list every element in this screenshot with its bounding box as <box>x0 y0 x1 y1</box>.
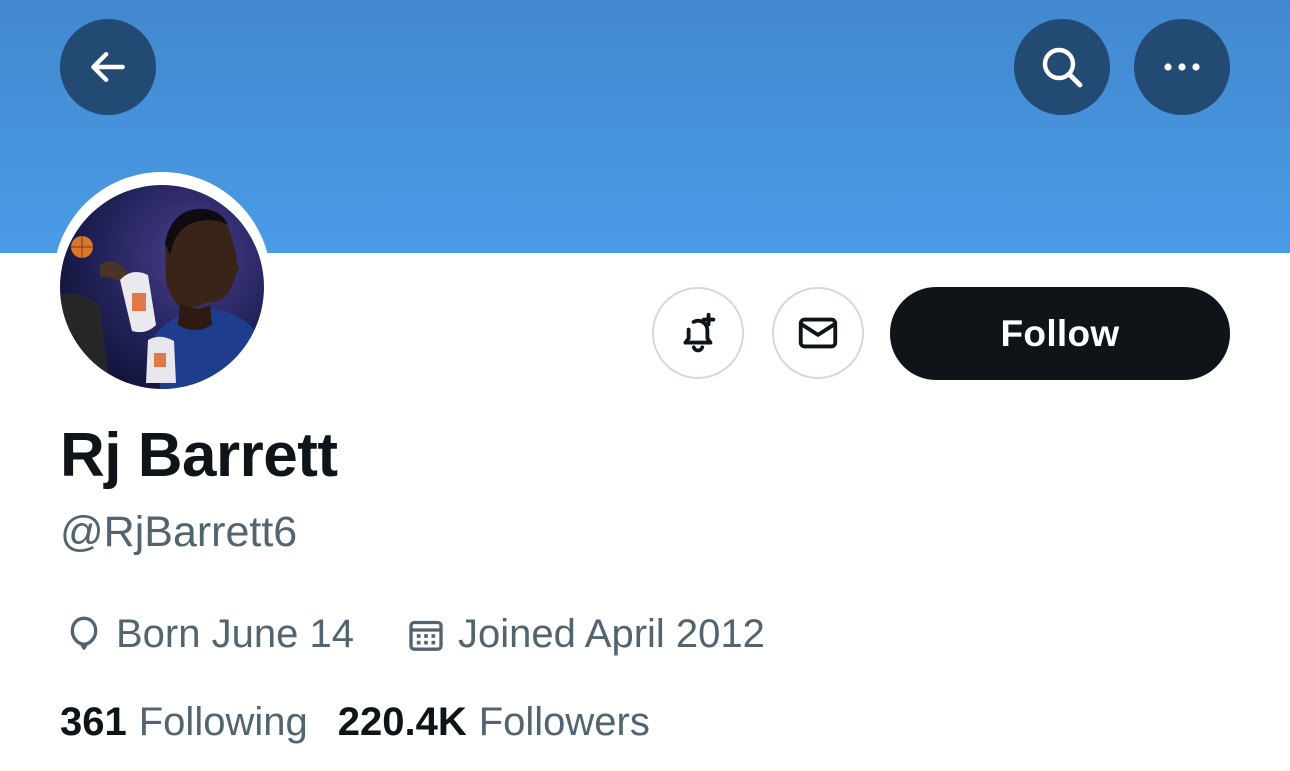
profile-handle: @RjBarrett6 <box>60 508 298 556</box>
birthday-text: Born June 14 <box>116 612 354 656</box>
more-horizontal-icon <box>1164 63 1200 71</box>
following-count: 361 <box>60 700 127 744</box>
bell-plus-icon <box>683 312 716 353</box>
followers-count: 220.4K <box>337 700 467 744</box>
birthday-item: Born June 14 <box>64 612 354 657</box>
arrow-left-icon <box>91 51 125 83</box>
joined-item: Joined April 2012 <box>406 612 765 657</box>
envelope-icon <box>798 317 838 349</box>
avatar[interactable] <box>60 185 264 389</box>
more-options-button[interactable] <box>1134 19 1230 115</box>
followers-label: Followers <box>478 700 650 744</box>
notifications-button[interactable] <box>652 287 744 379</box>
calendar-icon <box>409 620 443 651</box>
message-button[interactable] <box>772 287 864 379</box>
search-icon <box>1042 47 1083 88</box>
joined-text: Joined April 2012 <box>458 612 765 656</box>
profile-name: Rj Barrett <box>60 421 338 490</box>
followers-link[interactable]: 220.4K Followers <box>338 700 650 745</box>
search-button[interactable] <box>1014 19 1110 115</box>
follow-button[interactable]: Follow <box>890 287 1230 380</box>
avatar-image <box>60 185 264 389</box>
following-link[interactable]: 361 Following <box>60 700 308 745</box>
back-button[interactable] <box>60 19 156 115</box>
following-label: Following <box>138 700 308 744</box>
follow-stats: 361 Following 220.4K Followers <box>60 700 650 745</box>
balloon-icon <box>70 616 98 650</box>
